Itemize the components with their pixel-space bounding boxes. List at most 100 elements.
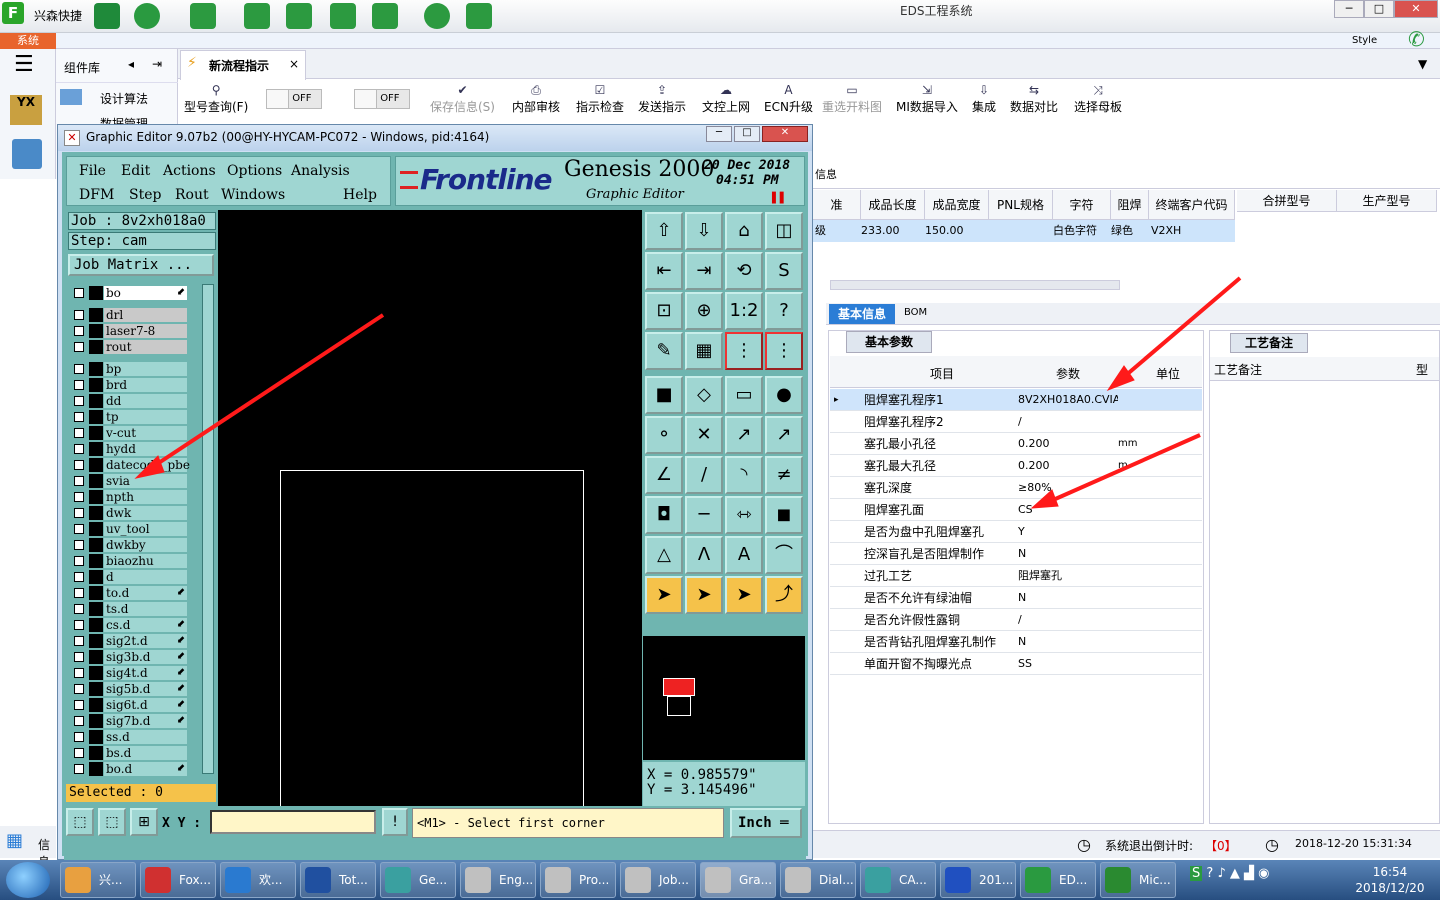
minimap[interactable] [643, 636, 805, 760]
graphic-canvas[interactable] [218, 210, 642, 810]
layer-row[interactable]: ss.d [71, 730, 187, 744]
grid-col-header[interactable]: 准 [813, 190, 861, 220]
zoom-center-icon[interactable]: ⊕ [685, 292, 723, 330]
layer-row[interactable]: dwk [71, 506, 187, 520]
layer-checkbox[interactable] [74, 476, 84, 486]
tab-basic-info[interactable]: 基本信息 [829, 304, 895, 324]
mi-import-button[interactable]: ⇲ MI数据导入 [896, 82, 958, 120]
pan-left-icon[interactable]: ⇤ [645, 252, 683, 290]
layer-row[interactable]: bs.d [71, 746, 187, 760]
minimize-button[interactable]: ─ [1334, 0, 1364, 18]
chevron-left-icon[interactable]: ◂ [128, 57, 134, 71]
layer-checkbox[interactable] [74, 460, 84, 470]
taskbar-item[interactable]: CA... [860, 862, 936, 898]
taskbar-item[interactable]: 201... [940, 862, 1016, 898]
layer-row[interactable]: biaozhu [71, 554, 187, 568]
layer-checkbox[interactable] [74, 588, 84, 598]
col-header-item[interactable]: 项目 [930, 365, 954, 382]
grid-icon[interactable] [372, 3, 398, 29]
tab-process-remarks[interactable]: 工艺备注 [1230, 333, 1308, 353]
reselect-cut-button[interactable]: ▭ 重选开料图 [822, 82, 882, 120]
layer-row[interactable]: v-cut [71, 426, 187, 440]
layer-scrollbar[interactable] [202, 284, 214, 774]
close-button[interactable]: ✕ [1394, 0, 1438, 18]
layer-checkbox[interactable] [74, 652, 84, 662]
pin-icon[interactable]: ⇥ [152, 57, 162, 71]
taskbar-item[interactable]: Pro... [540, 862, 616, 898]
layer-checkbox[interactable] [74, 342, 84, 352]
chevron-icon[interactable]: Λ [685, 536, 723, 574]
genesis-close-button[interactable]: ✕ [762, 126, 808, 142]
data-compare-button[interactable]: ⇆ 数据对比 [1010, 82, 1058, 120]
triangle-icon[interactable]: △ [645, 536, 683, 574]
red-tool-b-icon[interactable]: ⋮ [765, 332, 803, 370]
taskbar-item[interactable]: Mic... [1100, 862, 1176, 898]
table-row[interactable]: 级 233.00 150.00 白色字符 绿色 V2XH [813, 220, 1235, 242]
genesis-minimize-button[interactable]: ─ [706, 126, 732, 142]
param-value[interactable]: 0.200 [1018, 433, 1118, 455]
grid-col-header[interactable]: 成品宽度 [925, 190, 989, 220]
ruler-icon[interactable]: ▭ [725, 376, 763, 414]
arc-icon[interactable]: ◝ [725, 456, 763, 494]
layer-row[interactable]: bo ⬋ [71, 286, 187, 300]
integrate-button[interactable]: ⇩ 集成 [972, 82, 996, 120]
layer-row[interactable]: uv_tool [71, 522, 187, 536]
layer-row[interactable]: d [71, 570, 187, 584]
param-value[interactable]: N [1018, 543, 1118, 565]
layer-row[interactable]: brd [71, 378, 187, 392]
table-row[interactable]: 控深盲孔是否阻焊制作 N [830, 543, 1202, 565]
layer-checkbox[interactable] [74, 524, 84, 534]
tab-basic-params[interactable]: 基本参数 [846, 331, 932, 353]
layer-row[interactable]: dd [71, 394, 187, 408]
grid-col-header[interactable]: PNL规格 [989, 190, 1053, 220]
layer-checkbox[interactable] [74, 412, 84, 422]
pause-icon[interactable]: ▌▌ [772, 193, 787, 204]
scale-icon[interactable]: 1:2 [725, 292, 763, 330]
scissors-icon[interactable] [244, 3, 270, 29]
layer-checkbox[interactable] [74, 540, 84, 550]
menu-windows[interactable]: Windows [221, 187, 285, 203]
layer-row[interactable]: ts.d [71, 602, 187, 616]
job-matrix-button[interactable]: Job Matrix ... [68, 254, 214, 276]
table-row[interactable]: 阻焊塞孔程序2 / [830, 411, 1202, 433]
system-menu-button[interactable]: 系统 [0, 33, 56, 49]
layer-row[interactable]: sig7b.d ⬋ [71, 714, 187, 728]
measure-icon[interactable]: ✎ [645, 332, 683, 370]
taskbar-item[interactable]: Tot... [300, 862, 376, 898]
layer-row[interactable]: svia [71, 474, 187, 488]
remarks-col2-header[interactable]: 型 [1416, 361, 1428, 378]
table-row[interactable]: 是否允许假性露铜 / [830, 609, 1202, 631]
help-icon[interactable]: ? [765, 292, 803, 330]
yx-logo-icon[interactable]: YX [10, 95, 42, 125]
param-value[interactable]: SS [1018, 653, 1118, 675]
layer-row[interactable]: rout [71, 340, 187, 354]
remarks-col-header[interactable]: 工艺备注 [1214, 361, 1262, 378]
menu-analysis[interactable]: Analysis [291, 163, 350, 179]
table-row[interactable]: 是否为盘中孔阻焊塞孔 Y [830, 521, 1202, 543]
zoom-area-icon[interactable]: ⬚ [66, 808, 94, 836]
layer-checkbox[interactable] [74, 364, 84, 374]
layer-checkbox[interactable] [74, 716, 84, 726]
film-icon[interactable] [286, 3, 312, 29]
network-icon[interactable]: ▟ [1244, 866, 1254, 881]
volume-icon[interactable]: ◉ [1258, 866, 1269, 881]
grid-icon[interactable]: ▦ [685, 332, 723, 370]
user-icon[interactable] [424, 3, 450, 29]
select-frame-icon[interactable]: ➤ [685, 576, 723, 614]
maximize-button[interactable]: □ [1364, 0, 1394, 18]
layer-row[interactable]: sig5b.d ⬋ [71, 682, 187, 696]
window-icon[interactable]: ◫ [765, 212, 803, 250]
grid-scrollbar[interactable] [830, 280, 1120, 290]
layer-up-icon[interactable]: ⇧ [645, 212, 683, 250]
menu-options[interactable]: Options [227, 163, 282, 179]
tab-bom[interactable]: BOM [904, 307, 927, 318]
layer-row[interactable]: drl [71, 308, 187, 322]
table-row[interactable]: 过孔工艺 阻焊塞孔 [830, 565, 1202, 587]
grid-col-header[interactable]: 成品长度 [861, 190, 925, 220]
layer-checkbox[interactable] [74, 326, 84, 336]
point-shape-icon[interactable]: ◘ [645, 496, 683, 534]
internal-review-button[interactable]: ⎙ 内部审核 [512, 82, 560, 120]
table-row[interactable]: 阻焊塞孔面 CS [830, 499, 1202, 521]
table-row[interactable]: ▸ 阻焊塞孔程序1 8V2XH018A0.CVIA [830, 389, 1202, 411]
ecn-upgrade-button[interactable]: A ECN升级 [764, 82, 813, 120]
